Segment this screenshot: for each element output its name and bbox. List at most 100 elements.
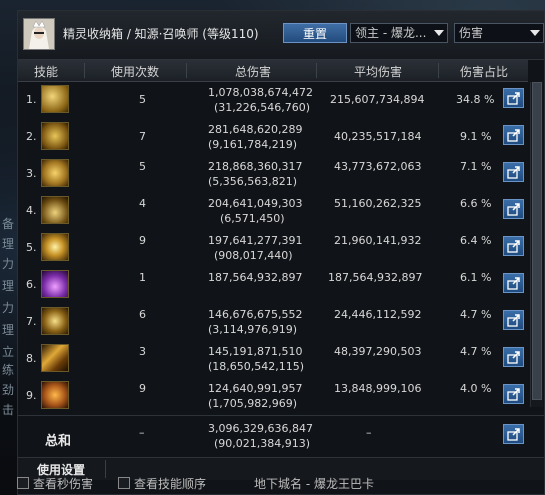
column-divider [84,63,85,78]
avg-damage: 48,397,290,503 [334,345,422,358]
damage-share: 6.6 % [460,197,492,210]
table-row[interactable]: 5. 9 197,641,277,391 (908,017,440) 21,96… [18,230,528,267]
share-button[interactable] [503,88,524,108]
skill-icon [41,344,69,372]
totals-label: 总和 [45,434,72,449]
background-text-strip: 备 理 力 理 力 理 立 练 劲 击 [0,215,17,475]
chevron-down-icon [530,30,540,36]
character-portrait-icon [24,19,54,49]
col-total[interactable]: 总伤害 [190,63,316,80]
table-row[interactable]: 4. 4 204,641,049,303 (6,571,450) 51,160,… [18,193,528,230]
uses: 6 [139,308,146,321]
uses: 7 [139,130,146,143]
skill-table: 1. 5 1,078,038,674,472 (31,226,546,760) … [18,82,528,422]
uses: 9 [139,234,146,247]
bg-char: 理 [2,279,15,293]
damage-share: 6.4 % [460,234,492,247]
skill-icon [41,270,69,298]
reset-button[interactable]: 重置 [283,23,347,43]
uses: 3 [139,345,146,358]
totals-row: 总和 – 3,096,329,636,847 (90,021,384,913) … [18,415,544,456]
rank: 2. [26,130,37,143]
column-divider [186,63,187,78]
metric-select[interactable]: 伤害 [454,23,544,43]
share-button[interactable] [503,347,524,367]
col-avg[interactable]: 平均伤害 [318,63,438,80]
bg-char: 劲 [2,383,15,397]
share-icon [507,203,520,216]
table-row[interactable]: 1. 5 1,078,038,674,472 (31,226,546,760) … [18,82,528,119]
total-damage: 218,868,360,317 [208,160,303,173]
skill-icon [41,233,69,261]
skill-icon [41,159,69,187]
table-row[interactable]: 8. 3 145,191,871,510 (18,650,542,115) 48… [18,341,528,378]
share-icon [507,129,520,142]
footer-options: 查看秒伤害 查看技能顺序 地下城名 - 爆龙王巴卡 [0,473,545,495]
col-skill[interactable]: 技能 [26,63,66,80]
share-icon [507,166,520,179]
totals-total: 3,096,329,636,847 [208,422,313,435]
share-button[interactable] [503,125,524,145]
bg-char: 立 [2,345,15,359]
damage-stats-panel: 精灵收纳箱 / 知源·召唤师 (等级110) 重置 领主 - 爆龙... 伤害 … [17,10,545,495]
bg-char: 备 [2,217,15,231]
damage-share: 7.1 % [460,160,492,173]
scrollbar-thumb[interactable] [532,82,542,400]
total-damage-sub: (18,650,542,115) [208,360,305,373]
skill-icon [41,85,69,113]
totals-total-sub: (90,021,384,913) [214,437,311,450]
bg-char: 练 [2,363,15,377]
total-damage: 204,641,049,303 [208,197,303,210]
column-divider [316,63,317,78]
damage-share: 9.1 % [460,130,492,143]
col-share[interactable]: 伤害占比 [442,63,526,80]
table-row[interactable]: 7. 6 146,676,675,552 (3,114,976,919) 24,… [18,304,528,341]
rank: 7. [26,315,37,328]
share-button[interactable] [503,273,524,293]
scrollbar[interactable] [530,82,543,407]
share-button[interactable] [503,162,524,182]
total-damage: 1,078,038,674,472 [208,86,313,99]
skill-order-checkbox[interactable] [118,477,130,489]
share-button[interactable] [503,424,524,444]
share-icon [507,92,520,105]
table-row[interactable]: 6. 1 187,564,932,897 187,564,932,897 6.1… [18,267,528,304]
rank: 4. [26,204,37,217]
col-uses[interactable]: 使用次数 [90,63,180,80]
table-row[interactable]: 9. 9 124,640,991,957 (1,705,982,969) 13,… [18,378,528,415]
avg-damage: 51,160,262,325 [334,197,422,210]
avg-damage: 43,773,672,063 [334,160,422,173]
uses: 1 [139,271,146,284]
totals-uses: – [139,426,145,439]
share-button[interactable] [503,310,524,330]
damage-share: 4.0 % [460,382,492,395]
share-icon [507,240,520,253]
skill-icon [41,307,69,335]
share-icon [507,277,520,290]
dps-checkbox[interactable] [17,477,29,489]
table-row[interactable]: 3. 5 218,868,360,317 (5,356,563,821) 43,… [18,156,528,193]
rank: 1. [26,93,37,106]
skill-order-checkbox-label: 查看技能顺序 [134,477,207,491]
share-button[interactable] [503,199,524,219]
target-select-value: 领主 - 爆龙... [355,26,427,40]
panel-header: 精灵收纳箱 / 知源·召唤师 (等级110) 重置 领主 - 爆龙... 伤害 [18,11,544,60]
damage-share: 34.8 % [456,93,495,106]
total-damage-sub: (9,161,784,219) [208,138,298,151]
skill-icon [41,122,69,150]
avg-damage: 40,235,517,184 [334,130,422,143]
total-damage-sub: (3,114,976,919) [208,323,298,336]
share-icon [507,388,520,401]
bg-char: 力 [2,301,15,315]
avatar [23,18,55,50]
uses: 5 [139,160,146,173]
total-damage: 124,640,991,957 [208,382,303,395]
damage-share: 4.7 % [460,308,492,321]
share-icon [507,428,520,441]
target-select[interactable]: 领主 - 爆龙... [350,23,448,43]
table-row[interactable]: 2. 7 281,648,620,289 (9,161,784,219) 40,… [18,119,528,156]
share-button[interactable] [503,384,524,404]
share-button[interactable] [503,236,524,256]
rank: 9. [26,389,37,402]
total-damage: 145,191,871,510 [208,345,303,358]
